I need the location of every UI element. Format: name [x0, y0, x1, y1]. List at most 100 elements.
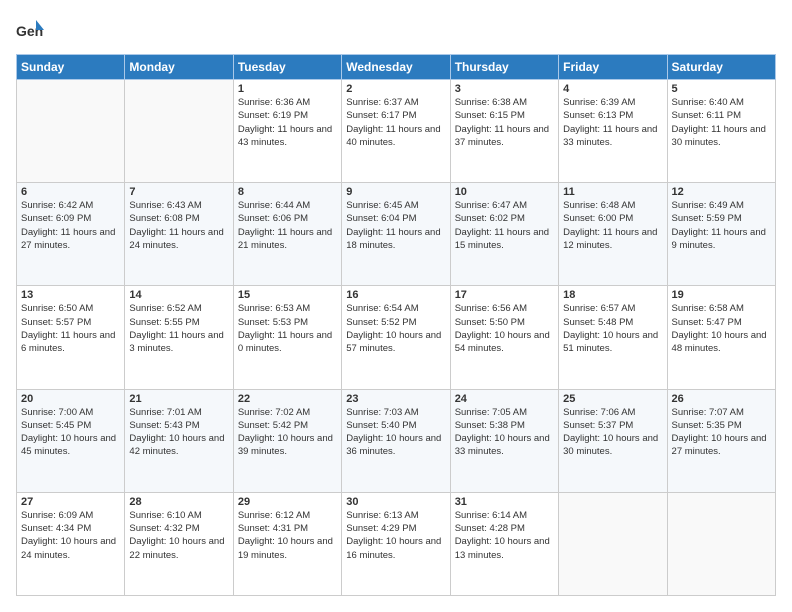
day-info: Sunrise: 6:58 AM Sunset: 5:47 PM Dayligh…	[672, 302, 771, 355]
calendar-cell: 10Sunrise: 6:47 AM Sunset: 6:02 PM Dayli…	[450, 183, 558, 286]
day-number: 5	[672, 83, 771, 95]
day-info: Sunrise: 6:36 AM Sunset: 6:19 PM Dayligh…	[238, 96, 337, 149]
calendar-cell	[17, 80, 125, 183]
day-number: 12	[672, 186, 771, 198]
day-info: Sunrise: 7:01 AM Sunset: 5:43 PM Dayligh…	[129, 406, 228, 459]
day-info: Sunrise: 6:13 AM Sunset: 4:29 PM Dayligh…	[346, 509, 445, 562]
day-info: Sunrise: 6:42 AM Sunset: 6:09 PM Dayligh…	[21, 199, 120, 252]
weekday-header-friday: Friday	[559, 55, 667, 80]
day-number: 17	[455, 289, 554, 301]
day-info: Sunrise: 7:07 AM Sunset: 5:35 PM Dayligh…	[672, 406, 771, 459]
day-info: Sunrise: 6:53 AM Sunset: 5:53 PM Dayligh…	[238, 302, 337, 355]
calendar-cell: 1Sunrise: 6:36 AM Sunset: 6:19 PM Daylig…	[233, 80, 341, 183]
calendar-cell: 11Sunrise: 6:48 AM Sunset: 6:00 PM Dayli…	[559, 183, 667, 286]
calendar-cell: 27Sunrise: 6:09 AM Sunset: 4:34 PM Dayli…	[17, 492, 125, 595]
day-number: 11	[563, 186, 662, 198]
calendar-cell: 23Sunrise: 7:03 AM Sunset: 5:40 PM Dayli…	[342, 389, 450, 492]
day-number: 7	[129, 186, 228, 198]
calendar-cell: 17Sunrise: 6:56 AM Sunset: 5:50 PM Dayli…	[450, 286, 558, 389]
day-info: Sunrise: 6:54 AM Sunset: 5:52 PM Dayligh…	[346, 302, 445, 355]
day-info: Sunrise: 7:02 AM Sunset: 5:42 PM Dayligh…	[238, 406, 337, 459]
calendar-cell: 8Sunrise: 6:44 AM Sunset: 6:06 PM Daylig…	[233, 183, 341, 286]
day-number: 28	[129, 496, 228, 508]
day-info: Sunrise: 7:00 AM Sunset: 5:45 PM Dayligh…	[21, 406, 120, 459]
calendar-cell: 26Sunrise: 7:07 AM Sunset: 5:35 PM Dayli…	[667, 389, 775, 492]
day-number: 24	[455, 393, 554, 405]
day-info: Sunrise: 6:57 AM Sunset: 5:48 PM Dayligh…	[563, 302, 662, 355]
page-header: Gen	[16, 16, 776, 44]
calendar-week-3: 13Sunrise: 6:50 AM Sunset: 5:57 PM Dayli…	[17, 286, 776, 389]
day-info: Sunrise: 6:44 AM Sunset: 6:06 PM Dayligh…	[238, 199, 337, 252]
day-number: 21	[129, 393, 228, 405]
day-info: Sunrise: 6:48 AM Sunset: 6:00 PM Dayligh…	[563, 199, 662, 252]
calendar-cell: 28Sunrise: 6:10 AM Sunset: 4:32 PM Dayli…	[125, 492, 233, 595]
day-number: 22	[238, 393, 337, 405]
calendar-cell: 24Sunrise: 7:05 AM Sunset: 5:38 PM Dayli…	[450, 389, 558, 492]
weekday-header-saturday: Saturday	[667, 55, 775, 80]
calendar-cell: 21Sunrise: 7:01 AM Sunset: 5:43 PM Dayli…	[125, 389, 233, 492]
day-info: Sunrise: 6:09 AM Sunset: 4:34 PM Dayligh…	[21, 509, 120, 562]
day-info: Sunrise: 6:45 AM Sunset: 6:04 PM Dayligh…	[346, 199, 445, 252]
day-info: Sunrise: 6:37 AM Sunset: 6:17 PM Dayligh…	[346, 96, 445, 149]
calendar-week-5: 27Sunrise: 6:09 AM Sunset: 4:34 PM Dayli…	[17, 492, 776, 595]
day-info: Sunrise: 7:05 AM Sunset: 5:38 PM Dayligh…	[455, 406, 554, 459]
day-number: 2	[346, 83, 445, 95]
calendar-cell: 18Sunrise: 6:57 AM Sunset: 5:48 PM Dayli…	[559, 286, 667, 389]
calendar-cell: 13Sunrise: 6:50 AM Sunset: 5:57 PM Dayli…	[17, 286, 125, 389]
day-number: 10	[455, 186, 554, 198]
day-number: 13	[21, 289, 120, 301]
calendar-week-2: 6Sunrise: 6:42 AM Sunset: 6:09 PM Daylig…	[17, 183, 776, 286]
calendar-cell: 9Sunrise: 6:45 AM Sunset: 6:04 PM Daylig…	[342, 183, 450, 286]
day-number: 23	[346, 393, 445, 405]
calendar-cell: 12Sunrise: 6:49 AM Sunset: 5:59 PM Dayli…	[667, 183, 775, 286]
logo: Gen	[16, 16, 48, 44]
day-number: 6	[21, 186, 120, 198]
calendar-cell: 31Sunrise: 6:14 AM Sunset: 4:28 PM Dayli…	[450, 492, 558, 595]
calendar-cell: 30Sunrise: 6:13 AM Sunset: 4:29 PM Dayli…	[342, 492, 450, 595]
day-info: Sunrise: 6:39 AM Sunset: 6:13 PM Dayligh…	[563, 96, 662, 149]
weekday-header-row: SundayMondayTuesdayWednesdayThursdayFrid…	[17, 55, 776, 80]
calendar-cell: 7Sunrise: 6:43 AM Sunset: 6:08 PM Daylig…	[125, 183, 233, 286]
day-info: Sunrise: 6:43 AM Sunset: 6:08 PM Dayligh…	[129, 199, 228, 252]
calendar-cell	[559, 492, 667, 595]
weekday-header-tuesday: Tuesday	[233, 55, 341, 80]
day-number: 20	[21, 393, 120, 405]
day-number: 3	[455, 83, 554, 95]
day-info: Sunrise: 7:03 AM Sunset: 5:40 PM Dayligh…	[346, 406, 445, 459]
calendar-cell: 5Sunrise: 6:40 AM Sunset: 6:11 PM Daylig…	[667, 80, 775, 183]
calendar-cell: 19Sunrise: 6:58 AM Sunset: 5:47 PM Dayli…	[667, 286, 775, 389]
calendar-cell: 20Sunrise: 7:00 AM Sunset: 5:45 PM Dayli…	[17, 389, 125, 492]
calendar-cell: 14Sunrise: 6:52 AM Sunset: 5:55 PM Dayli…	[125, 286, 233, 389]
day-info: Sunrise: 6:38 AM Sunset: 6:15 PM Dayligh…	[455, 96, 554, 149]
day-info: Sunrise: 6:52 AM Sunset: 5:55 PM Dayligh…	[129, 302, 228, 355]
calendar-week-4: 20Sunrise: 7:00 AM Sunset: 5:45 PM Dayli…	[17, 389, 776, 492]
day-info: Sunrise: 6:56 AM Sunset: 5:50 PM Dayligh…	[455, 302, 554, 355]
calendar-cell: 6Sunrise: 6:42 AM Sunset: 6:09 PM Daylig…	[17, 183, 125, 286]
calendar-cell: 3Sunrise: 6:38 AM Sunset: 6:15 PM Daylig…	[450, 80, 558, 183]
day-info: Sunrise: 6:10 AM Sunset: 4:32 PM Dayligh…	[129, 509, 228, 562]
day-number: 31	[455, 496, 554, 508]
logo-icon: Gen	[16, 16, 44, 44]
day-info: Sunrise: 6:40 AM Sunset: 6:11 PM Dayligh…	[672, 96, 771, 149]
calendar-cell	[125, 80, 233, 183]
day-number: 30	[346, 496, 445, 508]
day-number: 19	[672, 289, 771, 301]
calendar-cell: 25Sunrise: 7:06 AM Sunset: 5:37 PM Dayli…	[559, 389, 667, 492]
calendar-cell: 16Sunrise: 6:54 AM Sunset: 5:52 PM Dayli…	[342, 286, 450, 389]
weekday-header-thursday: Thursday	[450, 55, 558, 80]
day-info: Sunrise: 6:49 AM Sunset: 5:59 PM Dayligh…	[672, 199, 771, 252]
day-info: Sunrise: 6:14 AM Sunset: 4:28 PM Dayligh…	[455, 509, 554, 562]
day-number: 29	[238, 496, 337, 508]
day-number: 9	[346, 186, 445, 198]
calendar-cell: 4Sunrise: 6:39 AM Sunset: 6:13 PM Daylig…	[559, 80, 667, 183]
day-number: 4	[563, 83, 662, 95]
day-info: Sunrise: 7:06 AM Sunset: 5:37 PM Dayligh…	[563, 406, 662, 459]
weekday-header-wednesday: Wednesday	[342, 55, 450, 80]
calendar-cell: 2Sunrise: 6:37 AM Sunset: 6:17 PM Daylig…	[342, 80, 450, 183]
day-info: Sunrise: 6:50 AM Sunset: 5:57 PM Dayligh…	[21, 302, 120, 355]
calendar-cell: 29Sunrise: 6:12 AM Sunset: 4:31 PM Dayli…	[233, 492, 341, 595]
calendar-table: SundayMondayTuesdayWednesdayThursdayFrid…	[16, 54, 776, 596]
day-number: 15	[238, 289, 337, 301]
day-number: 1	[238, 83, 337, 95]
day-number: 8	[238, 186, 337, 198]
